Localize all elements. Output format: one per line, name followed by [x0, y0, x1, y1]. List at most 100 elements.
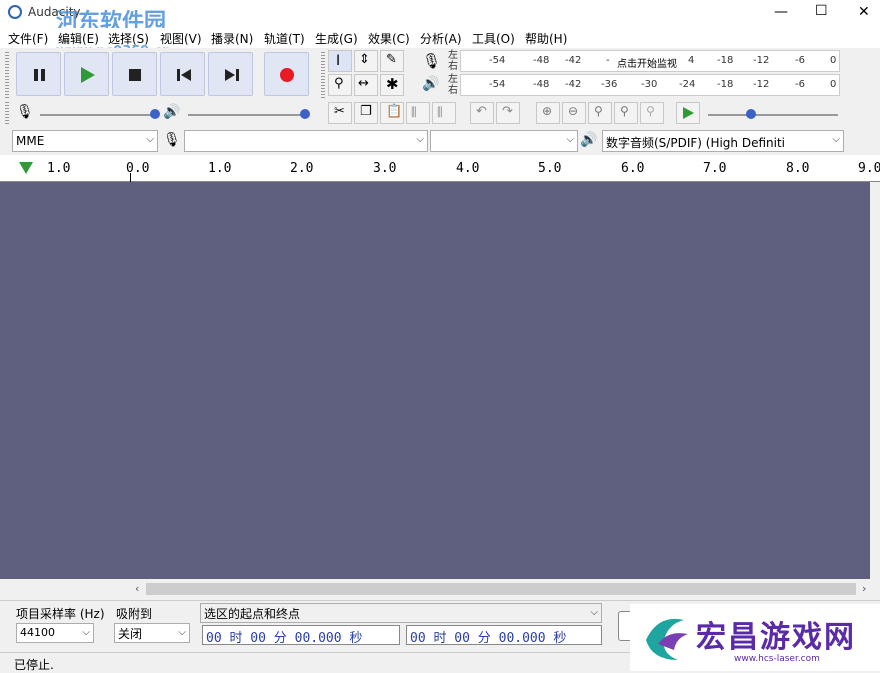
audio-host-value: MME — [16, 134, 45, 148]
stop-button[interactable] — [112, 52, 157, 96]
selection-start-value: 00 时 00 分 00.000 秒 — [206, 631, 363, 645]
playback-meter[interactable]: -54 -48 -42 -36 -30 -24 -18 -12 -6 0 — [460, 74, 840, 96]
silence-button[interactable]: ⫼ — [432, 102, 456, 124]
fit-project-button[interactable]: ⚲ — [614, 102, 638, 124]
record-meter-mic-icon[interactable]: 🎙 — [422, 52, 441, 70]
menu-transport[interactable]: 播录(N) — [211, 30, 253, 47]
scissors-icon: ✂ — [334, 104, 345, 119]
chevron-down-icon: ⌵ — [178, 627, 186, 638]
asterisk-icon: ✱ — [386, 75, 399, 93]
ibeam-icon: I — [336, 53, 341, 69]
zoom-in-button[interactable]: ⊕ — [536, 102, 560, 124]
record-volume-thumb[interactable] — [150, 109, 160, 119]
menu-analyze[interactable]: 分析(A) — [420, 30, 462, 47]
click-to-monitor[interactable]: 点击开始监视 — [617, 55, 677, 70]
skip-end-button[interactable] — [208, 52, 253, 96]
input-device-select[interactable]: ⌵ — [184, 130, 428, 152]
fit-selection-button[interactable]: ⚲ — [588, 102, 612, 124]
rec-meter-tick: -42 — [565, 55, 582, 66]
play-meter-tick: -42 — [565, 79, 582, 90]
close-button[interactable]: ✕ — [858, 4, 870, 20]
zoom-in-icon: ⊕ — [542, 104, 553, 118]
play-button[interactable] — [64, 52, 109, 96]
minimize-button[interactable]: — — [774, 4, 788, 20]
left-channel-label: 左 — [448, 50, 458, 61]
menu-bar: 文件(F) 编辑(E) 选择(S) 视图(V) 播录(N) 轨道(T) 生成(G… — [0, 28, 880, 59]
record-meter[interactable]: -54 -48 -42 - 点击开始监视 4 -18 -12 -6 0 — [460, 50, 840, 72]
trim-button[interactable]: ⫼ — [406, 102, 430, 124]
record-button[interactable] — [264, 52, 309, 96]
timeshift-tool[interactable]: ↔ — [354, 74, 378, 96]
output-device-value: 数字音频(S/PDIF) (High Definiti — [606, 136, 785, 150]
redo-button[interactable]: ↷ — [496, 102, 520, 124]
scroll-left-icon[interactable]: ‹ — [135, 582, 139, 595]
play-speed-thumb[interactable] — [746, 109, 756, 119]
menu-help[interactable]: 帮助(H) — [525, 30, 567, 47]
paste-button[interactable]: 📋 — [380, 102, 404, 124]
undo-icon: ↶ — [476, 104, 487, 119]
menu-effect[interactable]: 效果(C) — [368, 30, 410, 47]
cut-button[interactable]: ✂ — [328, 102, 352, 124]
silence-icon: ⫼ — [437, 105, 443, 119]
speaker-icon: 🔊 — [163, 104, 181, 120]
selection-end-time[interactable]: 00 时 00 分 00.000 秒 — [406, 625, 602, 645]
project-rate-label: 项目采样率 (Hz) — [16, 607, 105, 621]
draw-tool[interactable]: ✎ — [380, 50, 404, 72]
input-channels-select[interactable]: ⌵ — [430, 130, 578, 152]
playback-volume-slider[interactable] — [188, 114, 306, 116]
status-text: 已停止. — [14, 658, 54, 672]
zoom-tool[interactable]: ⚲ — [328, 74, 352, 96]
vertical-scrollbar[interactable] — [870, 182, 880, 579]
project-rate-select[interactable]: 44100 ⌵ — [16, 623, 94, 643]
play-at-speed-button[interactable] — [676, 102, 700, 124]
ruler-label: 8.0 — [786, 161, 810, 176]
envelope-tool[interactable]: ⇕ — [354, 50, 378, 72]
ruler-label: 3.0 — [373, 161, 397, 176]
hscroll-container: ‹ › — [0, 580, 880, 599]
play-meter-speaker-icon[interactable]: 🔊 — [422, 76, 439, 92]
title-bar: Audacity 河东软件园 — ☐ ✕ — [0, 0, 880, 35]
tools-grip[interactable] — [321, 52, 325, 98]
pause-button[interactable] — [16, 52, 61, 96]
playback-volume-thumb[interactable] — [300, 109, 310, 119]
selection-mode-select[interactable]: 选区的起点和终点 ⌵ — [200, 603, 602, 623]
snap-to-select[interactable]: 关闭 ⌵ — [114, 623, 190, 643]
rec-meter-tick: -6 — [795, 55, 805, 66]
record-icon — [280, 68, 294, 82]
play-at-speed-icon — [683, 107, 694, 119]
toolbar-area: I ⇕ ✎ ⚲ ↔ ✱ 🎙 左右 -54 -48 -42 - 点击开始监视 4 … — [0, 48, 880, 155]
multi-tool[interactable]: ✱ — [380, 74, 404, 96]
record-volume-slider[interactable] — [40, 114, 158, 116]
chevron-down-icon: ⌵ — [146, 134, 154, 145]
ruler-label: 9.0 — [858, 161, 880, 176]
zoom-out-button[interactable]: ⊖ — [562, 102, 586, 124]
timeline-ruler[interactable]: 1.0 0.0 1.0 2.0 3.0 4.0 5.0 6.0 7.0 8.0 … — [0, 155, 880, 182]
copy-button[interactable]: ❐ — [354, 102, 378, 124]
play-speed-slider[interactable] — [708, 114, 838, 116]
output-device-select[interactable]: 数字音频(S/PDIF) (High Definiti ⌵ — [602, 130, 844, 152]
menu-tracks[interactable]: 轨道(T) — [264, 30, 305, 47]
maximize-button[interactable]: ☐ — [815, 3, 828, 19]
stop-icon — [129, 69, 141, 81]
toolbar-grip[interactable] — [5, 52, 9, 98]
ruler-label: 1.0 — [208, 161, 232, 176]
undo-button[interactable]: ↶ — [470, 102, 494, 124]
horizontal-scrollbar-thumb[interactable] — [146, 583, 856, 595]
magnifier-icon: ⚲ — [334, 76, 344, 91]
project-rate-value: 44100 — [20, 626, 55, 639]
scroll-right-icon[interactable]: › — [862, 582, 866, 595]
menu-tools[interactable]: 工具(O) — [472, 30, 515, 47]
zoom-toggle-button[interactable]: ⚲ — [640, 102, 664, 124]
audio-host-select[interactable]: MME ⌵ — [12, 130, 158, 152]
menu-file[interactable]: 文件(F) — [8, 30, 48, 47]
play-head-triangle-icon[interactable] — [18, 161, 34, 175]
track-panel[interactable] — [0, 182, 870, 579]
selection-tool[interactable]: I — [328, 50, 352, 72]
pause-icon — [34, 69, 45, 81]
rec-meter-tick: -18 — [717, 55, 734, 66]
selection-start-time[interactable]: 00 时 00 分 00.000 秒 — [202, 625, 400, 645]
menu-generate[interactable]: 生成(G) — [315, 30, 358, 47]
mixer-grip[interactable] — [5, 102, 9, 124]
skip-start-button[interactable] — [160, 52, 205, 96]
play-meter-tick: -48 — [533, 79, 550, 90]
